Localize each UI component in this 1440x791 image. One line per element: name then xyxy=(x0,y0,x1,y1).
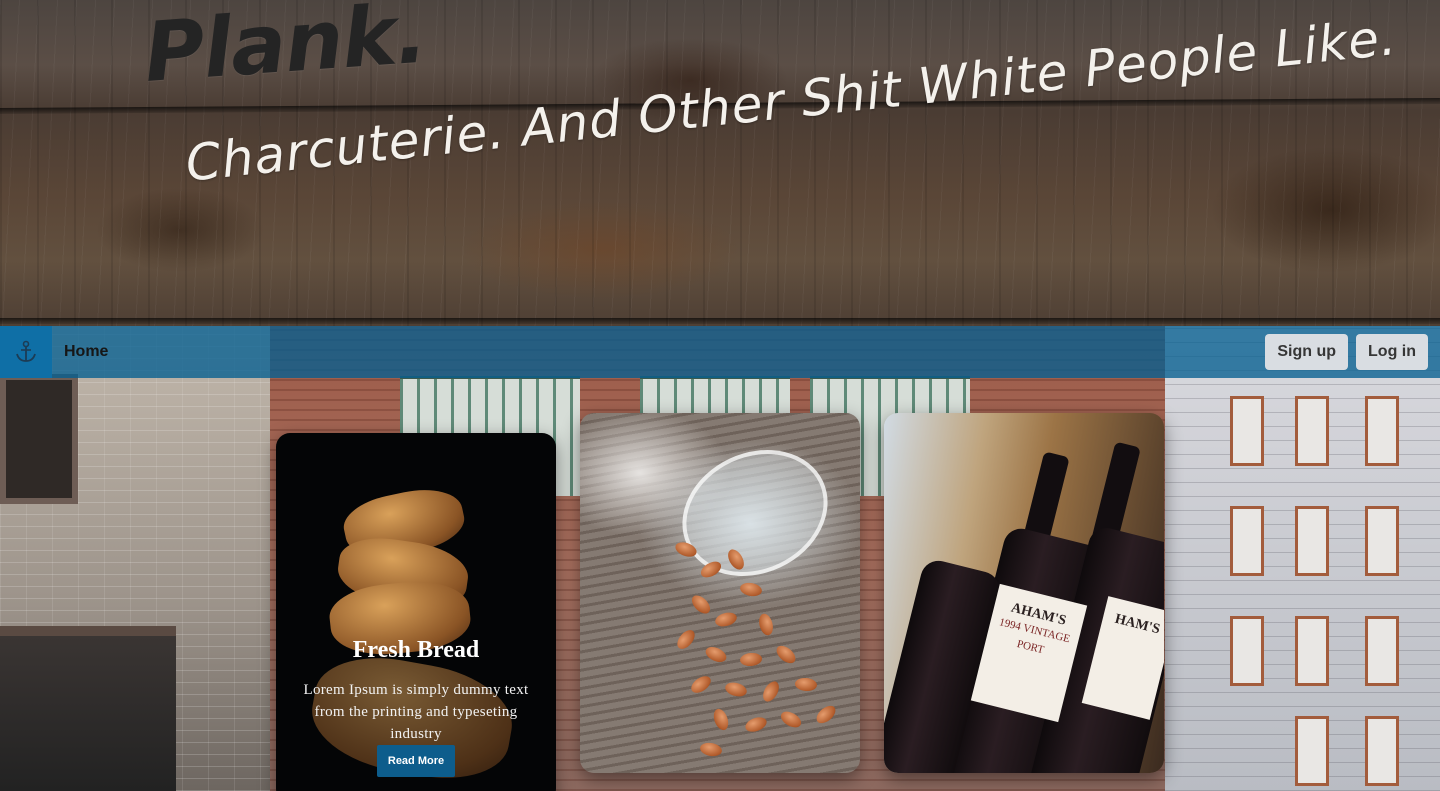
building-doorway xyxy=(0,626,176,791)
plank-seam xyxy=(0,318,1440,324)
almond xyxy=(713,610,739,629)
almond xyxy=(813,702,839,727)
login-button[interactable]: Log in xyxy=(1356,334,1428,370)
building-window xyxy=(1230,616,1264,686)
card-fresh-bread[interactable]: Fresh Bread Lorem Ipsum is simply dummy … xyxy=(276,433,556,791)
building-window xyxy=(1295,716,1329,786)
almond xyxy=(711,706,731,733)
almond xyxy=(688,672,714,697)
left-building xyxy=(0,326,270,791)
building-window xyxy=(0,374,78,504)
top-navbar: Home Sign up Log in xyxy=(0,326,1440,378)
almond xyxy=(739,652,763,667)
card-description: Lorem Ipsum is simply dummy text from th… xyxy=(303,682,529,742)
almond xyxy=(756,612,776,637)
almond xyxy=(739,581,763,598)
almond xyxy=(743,714,769,735)
almond xyxy=(699,741,723,758)
right-building xyxy=(1165,326,1440,791)
glass-jar xyxy=(661,426,849,600)
hero-banner: Plank. Charcuterie. And Other Shit White… xyxy=(0,0,1440,326)
almond xyxy=(723,680,749,699)
almond xyxy=(778,708,804,731)
almond xyxy=(794,677,818,692)
anchor-icon[interactable] xyxy=(0,326,52,378)
nav-home-link[interactable]: Home xyxy=(64,343,108,361)
read-more-button[interactable]: Read More xyxy=(377,745,455,777)
bottle-label-brand: HAM'S xyxy=(1113,611,1162,638)
building-window xyxy=(1295,506,1329,576)
building-window xyxy=(1365,716,1399,786)
building-window xyxy=(1365,396,1399,466)
signup-button[interactable]: Sign up xyxy=(1265,334,1349,370)
card-wine[interactable]: AHAM'S 1994 VINTAGE PORT HAM'S xyxy=(884,413,1164,773)
building-window xyxy=(1230,506,1264,576)
almond xyxy=(688,592,714,617)
building-window xyxy=(1365,506,1399,576)
almond xyxy=(773,642,799,667)
building-window xyxy=(1295,396,1329,466)
brand-logo: Plank. xyxy=(141,0,429,101)
building-window xyxy=(1365,616,1399,686)
almond xyxy=(673,626,699,653)
building-window xyxy=(1295,616,1329,686)
card-title: Fresh Bread xyxy=(352,637,480,663)
building-window xyxy=(1230,396,1264,466)
almond xyxy=(759,678,783,705)
almond xyxy=(703,643,729,666)
card-almonds[interactable] xyxy=(580,413,860,773)
